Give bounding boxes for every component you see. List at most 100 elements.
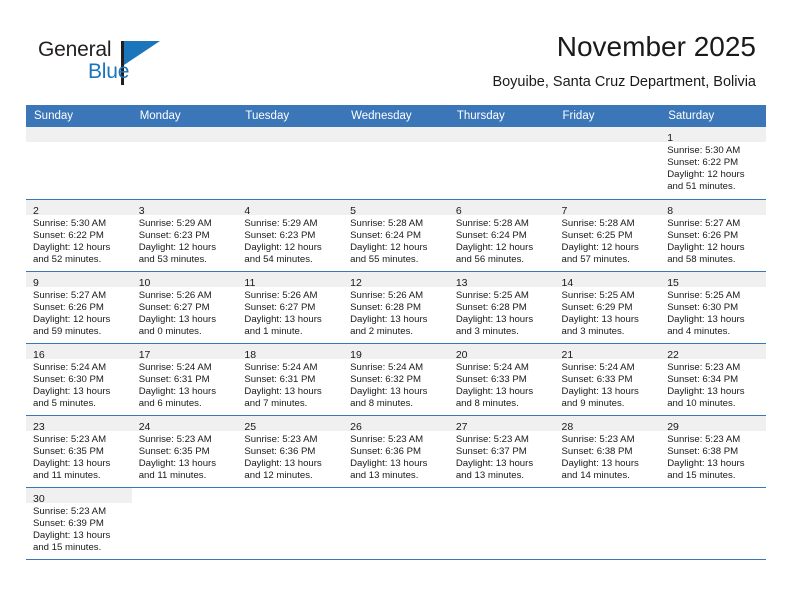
sunrise-text: Sunrise: 5:28 AM — [561, 217, 635, 229]
day-number: 11 — [244, 276, 256, 289]
sunset-text: Sunset: 6:27 PM — [244, 301, 316, 313]
calendar-day-cell[interactable]: 6 Sunrise: 5:28 AM Sunset: 6:24 PM Daylight… — [448, 198, 555, 272]
weekday-header-thursday: Thursday — [448, 105, 555, 127]
day-number-strip — [26, 127, 132, 142]
weekday-header-wednesday: Wednesday — [343, 105, 449, 127]
calendar-day-cell[interactable]: 28 Sunrise: 5:23 AM Sunset: 6:38 PM Dayligh… — [554, 414, 661, 488]
calendar-day-cell[interactable]: 15 Sunrise: 5:25 AM Sunset: 6:30 PM Dayligh… — [660, 270, 766, 344]
day-number-strip: 27 — [448, 415, 555, 433]
day-number: 18 — [244, 348, 257, 361]
day-number-strip: 10 — [131, 271, 238, 289]
calendar-day-cell[interactable]: 20 Sunrise: 5:24 AM Sunset: 6:33 PM Dayligh… — [448, 342, 555, 416]
calendar-day-cell[interactable]: 23 Sunrise: 5:23 AM Sunset: 6:35 PM Dayligh… — [26, 414, 132, 488]
daylight-text-line1: Daylight: 13 hours — [33, 529, 111, 541]
daylight-text-line1: Daylight: 13 hours — [244, 385, 322, 397]
daylight-text-line2: and 14 minutes. — [561, 469, 630, 481]
sunrise-text: Sunrise: 5:25 AM — [561, 289, 635, 301]
sunrise-text: Sunrise: 5:27 AM — [667, 217, 741, 229]
sunset-text: Sunset: 6:24 PM — [455, 229, 527, 241]
calendar-cell-empty — [26, 127, 132, 200]
daylight-text-line2: and 0 minutes. — [138, 325, 202, 337]
sunset-text: Sunset: 6:29 PM — [561, 301, 633, 313]
calendar-day-cell[interactable]: 9 Sunrise: 5:27 AM Sunset: 6:26 PM Daylight… — [26, 270, 132, 344]
calendar-day-cell[interactable]: 27 Sunrise: 5:23 AM Sunset: 6:37 PM Dayligh… — [448, 414, 555, 488]
calendar-day-cell[interactable]: 25 Sunrise: 5:23 AM Sunset: 6:36 PM Dayligh… — [237, 414, 344, 488]
day-detail-body: Sunrise: 5:24 AM Sunset: 6:32 PM Daylight:… — [343, 359, 449, 410]
day-detail-body: Sunrise: 5:26 AM Sunset: 6:27 PM Daylight:… — [132, 287, 238, 338]
calendar-page: General Blue November 2025 Boyuibe, Sant… — [0, 0, 792, 612]
calendar-day-cell[interactable]: 18 Sunrise: 5:24 AM Sunset: 6:31 PM Dayligh… — [237, 342, 344, 416]
day-number: 19 — [350, 348, 362, 361]
calendar-day-cell[interactable]: 14 Sunrise: 5:25 AM Sunset: 6:29 PM Dayligh… — [554, 270, 661, 344]
day-number: 27 — [455, 420, 468, 433]
day-number: 23 — [33, 420, 45, 433]
daylight-text-line2: and 6 minutes. — [138, 397, 202, 409]
calendar-cell-blank — [131, 486, 238, 560]
sunrise-text: Sunrise: 5:23 AM — [667, 361, 741, 373]
daylight-text-line2: and 3 minutes. — [561, 325, 625, 337]
day-number: 28 — [561, 420, 574, 433]
day-number: 8 — [667, 204, 674, 217]
day-number: 17 — [138, 348, 151, 361]
daylight-text-line1: Daylight: 13 hours — [561, 457, 639, 469]
day-detail-body: Sunrise: 5:23 AM Sunset: 6:38 PM Daylight:… — [555, 431, 661, 482]
calendar-day-cell[interactable]: 17 Sunrise: 5:24 AM Sunset: 6:31 PM Dayligh… — [131, 342, 238, 416]
daylight-text-line1: Daylight: 12 hours — [350, 241, 428, 253]
day-number-strip: 9 — [26, 271, 132, 289]
day-number-strip: 24 — [131, 415, 238, 433]
day-detail-body: Sunrise: 5:23 AM Sunset: 6:35 PM Daylight:… — [132, 431, 238, 482]
day-number: 12 — [350, 276, 362, 289]
calendar-header-row: Sunday Monday Tuesday Wednesday Thursday Frid… — [26, 105, 766, 127]
sunrise-text: Sunrise: 5:27 AM — [33, 289, 107, 301]
daylight-text-line2: and 58 minutes. — [667, 253, 736, 265]
calendar-week-row: 16 Sunrise: 5:24 AM Sunset: 6:30 PM Dayligh… — [26, 342, 766, 416]
sunset-text: Sunset: 6:36 PM — [350, 445, 422, 457]
calendar-day-cell[interactable]: 8 Sunrise: 5:27 AM Sunset: 6:26 PM Daylight… — [660, 198, 766, 272]
sunrise-text: Sunrise: 5:30 AM — [33, 217, 107, 229]
day-detail-body: Sunrise: 5:25 AM Sunset: 6:29 PM Daylight:… — [555, 287, 661, 338]
daylight-text-line1: Daylight: 13 hours — [350, 385, 428, 397]
daylight-text-line2: and 52 minutes. — [33, 253, 102, 265]
sunset-text: Sunset: 6:31 PM — [244, 373, 316, 385]
calendar-week-row: 9 Sunrise: 5:27 AM Sunset: 6:26 PM Daylight… — [26, 270, 766, 344]
day-detail-body: Sunrise: 5:24 AM Sunset: 6:33 PM Daylight:… — [555, 359, 661, 410]
sunrise-text: Sunrise: 5:24 AM — [561, 361, 635, 373]
calendar-day-cell[interactable]: 3 Sunrise: 5:29 AM Sunset: 6:23 PM Daylight… — [131, 198, 238, 272]
calendar-day-cell[interactable]: 11 Sunrise: 5:26 AM Sunset: 6:27 PM Dayligh… — [237, 270, 344, 344]
calendar-day-cell[interactable]: 4 Sunrise: 5:29 AM Sunset: 6:23 PM Daylight… — [237, 198, 344, 272]
sunrise-text: Sunrise: 5:24 AM — [33, 361, 107, 373]
daylight-text-line2: and 7 minutes. — [244, 397, 308, 409]
calendar-day-cell[interactable]: 24 Sunrise: 5:23 AM Sunset: 6:35 PM Dayligh… — [131, 414, 238, 488]
calendar-day-cell[interactable]: 12 Sunrise: 5:26 AM Sunset: 6:28 PM Dayligh… — [343, 270, 449, 344]
calendar-day-cell[interactable]: 19 Sunrise: 5:24 AM Sunset: 6:32 PM Dayligh… — [343, 342, 449, 416]
calendar-day-cell[interactable]: 13 Sunrise: 5:25 AM Sunset: 6:28 PM Dayligh… — [448, 270, 555, 344]
day-number: 26 — [350, 420, 362, 433]
day-number: 7 — [561, 204, 568, 217]
calendar-day-cell[interactable]: 21 Sunrise: 5:24 AM Sunset: 6:33 PM Dayligh… — [554, 342, 661, 416]
daylight-text-line2: and 59 minutes. — [33, 325, 102, 337]
calendar-day-cell[interactable]: 22 Sunrise: 5:23 AM Sunset: 6:34 PM Dayligh… — [660, 342, 766, 416]
day-detail-body: Sunrise: 5:24 AM Sunset: 6:33 PM Daylight:… — [449, 359, 555, 410]
calendar-day-cell[interactable]: 1 Sunrise: 5:30 AM Sunset: 6:22 PM Daylight… — [660, 127, 766, 200]
calendar-day-cell[interactable]: 7 Sunrise: 5:28 AM Sunset: 6:25 PM Daylight… — [554, 198, 661, 272]
daylight-text-line1: Daylight: 13 hours — [138, 385, 217, 397]
calendar-day-cell[interactable]: 16 Sunrise: 5:24 AM Sunset: 6:30 PM Dayligh… — [26, 342, 132, 416]
calendar-day-cell[interactable]: 26 Sunrise: 5:23 AM Sunset: 6:36 PM Dayligh… — [343, 414, 449, 488]
calendar-day-cell[interactable]: 10 Sunrise: 5:26 AM Sunset: 6:27 PM Dayligh… — [131, 270, 238, 344]
general-blue-logo[interactable]: General Blue — [38, 38, 188, 90]
day-detail-body: Sunrise: 5:27 AM Sunset: 6:26 PM Daylight:… — [26, 287, 132, 338]
daylight-text-line1: Daylight: 13 hours — [667, 385, 745, 397]
day-number-strip — [131, 127, 238, 142]
day-number: 25 — [244, 420, 257, 433]
calendar-day-cell[interactable]: 2 Sunrise: 5:30 AM Sunset: 6:22 PM Daylight… — [26, 198, 132, 272]
day-detail-body: Sunrise: 5:30 AM Sunset: 6:22 PM Daylight:… — [26, 215, 132, 266]
daylight-text-line2: and 9 minutes. — [561, 397, 625, 409]
day-detail-body: Sunrise: 5:24 AM Sunset: 6:31 PM Daylight:… — [237, 359, 343, 410]
calendar-day-cell[interactable]: 30 Sunrise: 5:23 AM Sunset: 6:39 PM Dayligh… — [26, 486, 132, 560]
calendar-day-cell[interactable]: 29 Sunrise: 5:23 AM Sunset: 6:38 PM Dayligh… — [660, 414, 766, 488]
day-number: 29 — [667, 420, 679, 433]
sunrise-text: Sunrise: 5:23 AM — [33, 505, 107, 517]
day-number-strip — [554, 127, 661, 142]
calendar-day-cell[interactable]: 5 Sunrise: 5:28 AM Sunset: 6:24 PM Daylight… — [343, 198, 449, 272]
daylight-text-line2: and 54 minutes. — [244, 253, 313, 265]
